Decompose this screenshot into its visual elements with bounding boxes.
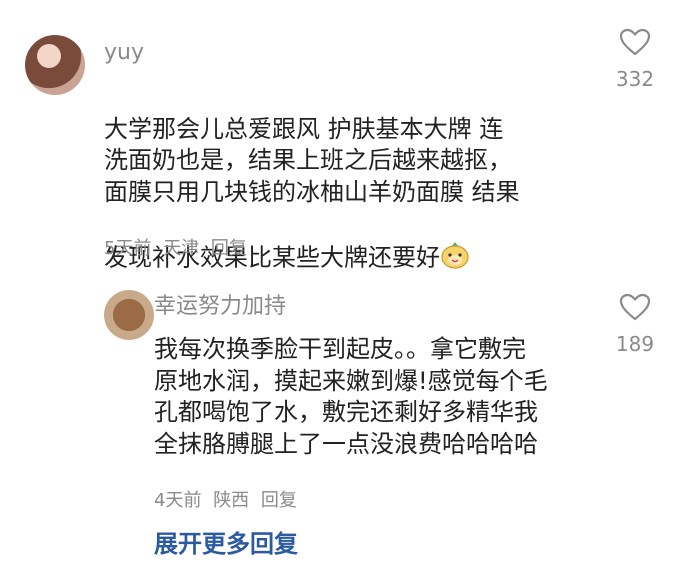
reply-meta: 4天前 陕西 回复 (154, 490, 297, 512)
avatar[interactable] (25, 35, 85, 95)
heart-outline-icon (619, 293, 651, 321)
comment-time: 5天前 (104, 238, 152, 259)
like-count: 332 (615, 67, 655, 91)
reply-username[interactable]: 幸运努力加持 (154, 294, 286, 320)
reply-time: 4天前 (154, 490, 202, 511)
expand-more-replies-link[interactable]: 展开更多回复 (154, 530, 298, 558)
like-button[interactable] (619, 293, 651, 325)
cute-face-emoji-icon (440, 208, 470, 269)
like-button[interactable] (619, 28, 651, 60)
heart-outline-icon (619, 28, 651, 56)
like-count: 189 (615, 332, 655, 356)
reply-text: 我每次换季脸干到起皮。。拿它敷完 原地水润，摸起来嫩到爆!感觉每个毛 孔都喝饱了… (154, 335, 548, 458)
comment-username[interactable]: yuy (104, 40, 144, 66)
comment-meta: 5天前 天津 回复 (104, 238, 247, 260)
reply-button[interactable]: 回复 (261, 490, 297, 511)
reply-location: 陕西 (213, 490, 250, 511)
avatar[interactable] (104, 290, 154, 340)
reply-button[interactable]: 回复 (211, 238, 247, 259)
comment-location: 天津 (163, 238, 200, 259)
